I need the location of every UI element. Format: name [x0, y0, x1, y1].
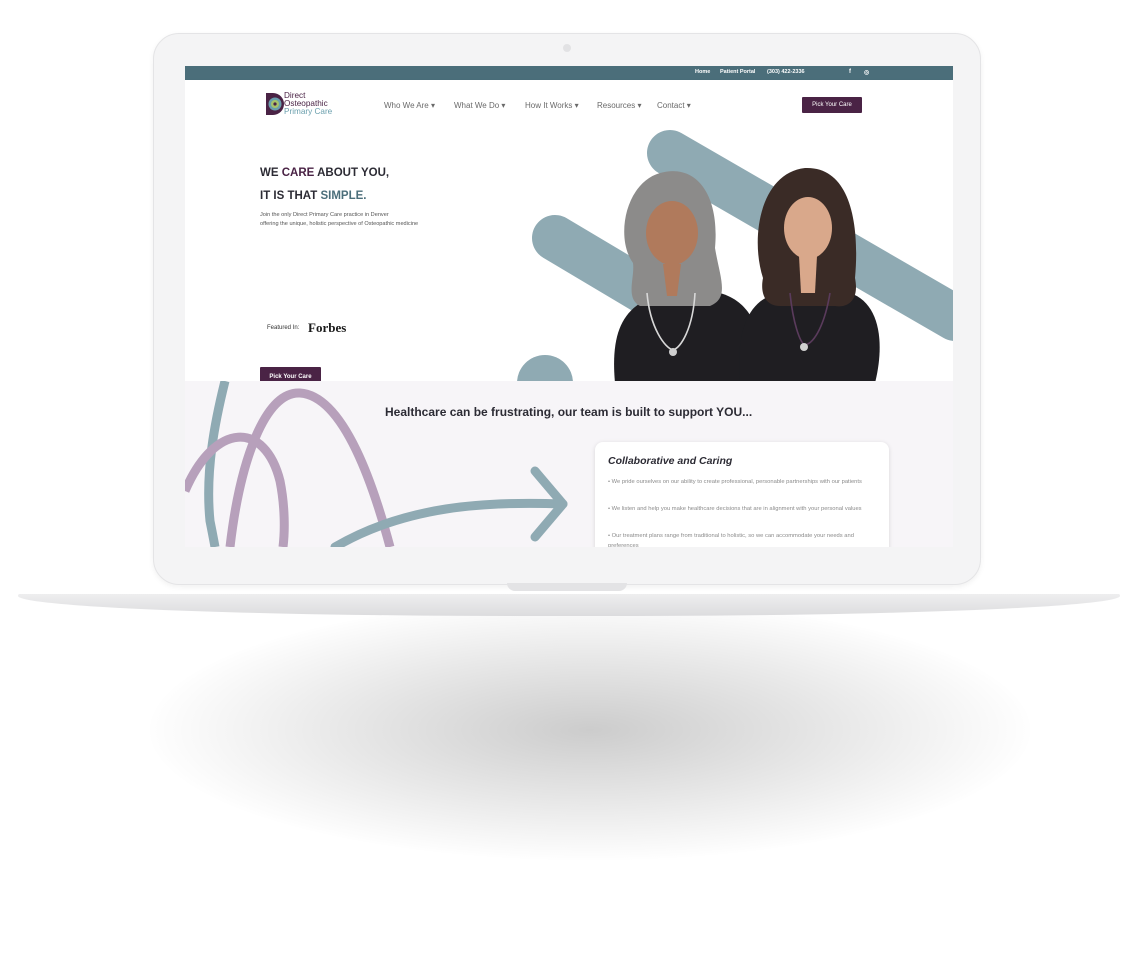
logo-line-3: Primary Care — [284, 107, 333, 116]
hero-heading-line-2: IT IS THAT SIMPLE. — [260, 190, 367, 202]
support-section: Healthcare can be frustrating, our team … — [185, 381, 953, 547]
featured-in-label: Featured In: — [267, 325, 300, 331]
facebook-icon[interactable]: f — [849, 69, 851, 75]
hero-heading-accent: SIMPLE. — [320, 190, 367, 202]
support-heading: Healthcare can be frustrating, our team … — [385, 405, 753, 419]
logo-wordmark[interactable]: Direct Osteopathic Primary Care — [284, 91, 333, 116]
nav-what-we-do[interactable]: What We Do ▾ — [454, 101, 505, 110]
topbar-link-home[interactable]: Home — [695, 69, 710, 75]
forbes-logo[interactable]: Forbes — [308, 320, 346, 336]
nav-how-it-works[interactable]: How It Works ▾ — [525, 101, 579, 110]
hero-subtext-1: Join the only Direct Primary Care practi… — [260, 212, 389, 218]
website-screen: Home Patient Portal (303) 422-2336 f ◎ D… — [185, 66, 953, 547]
feature-card-bullet: • We listen and help you make healthcare… — [608, 506, 862, 512]
utility-bar: Home Patient Portal (303) 422-2336 f ◎ — [185, 66, 953, 80]
topbar-phone-link[interactable]: (303) 422-2336 — [767, 69, 805, 75]
pick-your-care-nav-button[interactable]: Pick Your Care — [802, 97, 862, 113]
logo-icon[interactable] — [265, 92, 285, 116]
nav-resources[interactable]: Resources ▾ — [597, 101, 641, 110]
nav-who-we-are[interactable]: Who We Are ▾ — [384, 101, 435, 110]
hero-heading-line-1: WE CARE ABOUT YOU, — [260, 167, 389, 179]
camera-icon — [563, 44, 571, 52]
hero-subtext-2: offering the unique, holistic perspectiv… — [260, 221, 419, 227]
feature-card: Collaborative and Caring • We pride ours… — [595, 442, 889, 547]
hero-heading-text: WE — [260, 167, 282, 179]
hero-heading-text: IT IS THAT — [260, 190, 321, 202]
hero-heading-text: ABOUT YOU, — [314, 167, 390, 179]
laptop-base — [18, 594, 1120, 616]
feature-card-bullet: • We pride ourselves on our ability to c… — [608, 479, 862, 485]
nav-contact[interactable]: Contact ▾ — [657, 101, 691, 110]
hero-heading-accent: CARE — [281, 167, 315, 179]
laptop-shadow — [150, 600, 1030, 860]
hero-photo — [517, 130, 953, 381]
topbar-link-patient-portal[interactable]: Patient Portal — [720, 69, 755, 75]
laptop-mockup: Home Patient Portal (303) 422-2336 f ◎ D… — [0, 0, 1134, 953]
feature-card-bullet: • Our treatment plans range from traditi… — [608, 533, 854, 547]
laptop-notch — [507, 583, 627, 591]
instagram-icon[interactable]: ◎ — [864, 69, 869, 76]
main-header: Direct Osteopathic Primary Care Who We A… — [185, 80, 953, 128]
feature-card-title: Collaborative and Caring — [608, 455, 733, 467]
